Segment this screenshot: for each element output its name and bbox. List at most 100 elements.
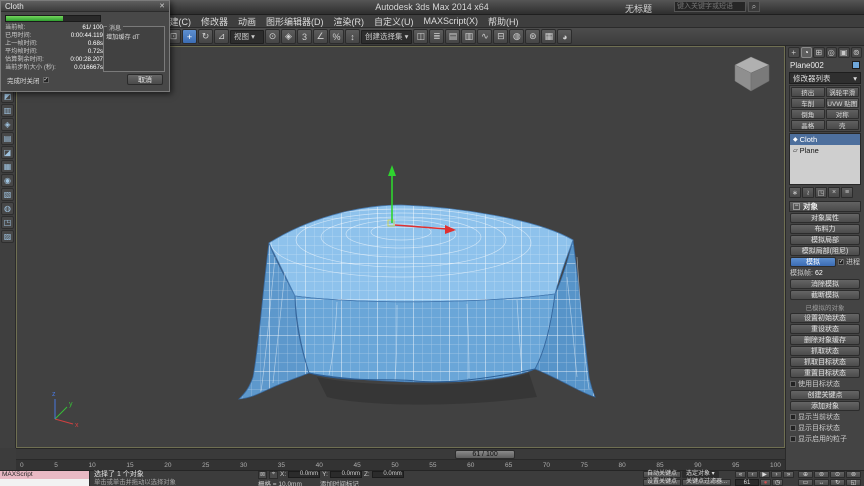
modifier-button[interactable]: 涡轮平滑	[825, 87, 859, 97]
close-when-done-checkbox[interactable]: ✓	[42, 76, 49, 83]
rollout-object[interactable]: − 对象	[789, 201, 861, 212]
simulate-local-damped-button[interactable]: 模拟局部(阻尼)	[790, 246, 860, 256]
add-objects-button[interactable]: 添加对象	[790, 401, 860, 411]
modifier-button[interactable]: 晶格	[791, 120, 825, 130]
orbit-icon[interactable]: ↻	[830, 479, 845, 486]
show-target-state-checkbox[interactable]	[790, 425, 796, 431]
menu-item[interactable]: 图形编辑器(D)	[261, 15, 329, 28]
erase-simulation-button[interactable]: 消除模拟	[790, 279, 860, 289]
cloth-progress-dialog[interactable]: Cloth ✕ 当前帧: 61/ 100 已用时间: 0:00:44.119 上…	[0, 0, 170, 92]
align-icon[interactable]: ≣	[429, 29, 445, 44]
maximize-viewport-icon[interactable]: ◱	[846, 479, 861, 486]
maxscript-mini-listener[interactable]: MAXScript	[0, 471, 90, 486]
grab-target-state-button[interactable]: 抓取目标状态	[790, 357, 860, 367]
render-setup-icon[interactable]: ⊛	[525, 29, 541, 44]
tab-modify[interactable]: ◔	[800, 47, 812, 58]
set-initial-state-button[interactable]: 设置初始状态	[790, 313, 860, 323]
perspective-viewport[interactable]: x y z	[16, 46, 785, 448]
zoom-region-icon[interactable]: ▭	[798, 479, 813, 486]
simulate-button[interactable]: 模拟	[790, 257, 836, 267]
select-and-scale-icon[interactable]: ⊿	[214, 29, 229, 44]
left-tool-icon-5[interactable]: ▥	[1, 104, 14, 117]
modifier-button[interactable]: 壳	[825, 120, 859, 130]
create-keys-button[interactable]: 创建关键点	[790, 390, 860, 400]
view-cube[interactable]	[734, 56, 770, 92]
percent-snap-icon[interactable]: %	[329, 29, 344, 44]
select-and-manipulate-icon[interactable]: ◈	[281, 29, 296, 44]
current-frame-field[interactable]: 61	[735, 479, 759, 486]
grab-state-button[interactable]: 抓取状态	[790, 346, 860, 356]
show-enabled-checkbox[interactable]	[790, 436, 796, 442]
object-properties-button[interactable]: 对象属性	[790, 213, 860, 223]
configure-modifier-sets-icon[interactable]: ≡	[841, 187, 853, 198]
schematic-view-icon[interactable]: ⊟	[493, 29, 509, 44]
tab-utilities[interactable]: ⊚	[850, 47, 862, 58]
snap-toggle-icon[interactable]: 3	[297, 29, 312, 44]
z-coordinate-field[interactable]: 0.0mm	[371, 471, 404, 478]
left-tool-icon-8[interactable]: ◪	[1, 146, 14, 159]
left-tool-icon-10[interactable]: ◉	[1, 174, 14, 187]
cancel-button[interactable]: 取消	[127, 74, 163, 85]
modifier-button[interactable]: 倒角	[791, 109, 825, 119]
material-editor-icon[interactable]: ◍	[509, 29, 525, 44]
left-tool-icon-14[interactable]: ▨	[1, 230, 14, 243]
collapse-icon[interactable]: −	[793, 203, 800, 210]
previous-frame-icon[interactable]: ‹	[747, 471, 758, 478]
reference-coordinate-combo[interactable]: 视图 ▾	[230, 29, 264, 44]
go-to-start-icon[interactable]: «	[735, 471, 746, 478]
truncate-simulation-button[interactable]: 截断模拟	[790, 290, 860, 300]
key-filters-button[interactable]: 关键点过滤器...	[681, 479, 731, 486]
go-to-end-icon[interactable]: »	[783, 471, 794, 478]
pan-icon[interactable]: ↔	[814, 479, 829, 486]
curve-editor-icon[interactable]: ∿	[477, 29, 493, 44]
show-current-state-checkbox[interactable]	[790, 414, 796, 420]
select-and-rotate-icon[interactable]: ↻	[198, 29, 213, 44]
progress-checkbox[interactable]: ✓	[838, 259, 844, 265]
play-icon[interactable]: ▶	[759, 471, 770, 478]
modifier-button[interactable]: 车削	[791, 98, 825, 108]
modifier-button[interactable]: 挤出	[791, 87, 825, 97]
cloth-tablecloth-object[interactable]	[238, 204, 596, 400]
left-tool-icon-7[interactable]: ▤	[1, 132, 14, 145]
select-and-move-icon[interactable]: +	[182, 29, 197, 44]
tab-motion[interactable]: ◎	[825, 47, 837, 58]
rendered-frame-icon[interactable]: ▦	[541, 29, 557, 44]
zoom-extents-icon[interactable]: ⊙	[830, 471, 845, 478]
menu-item[interactable]: 帮助(H)	[483, 15, 524, 28]
menu-item[interactable]: 自定义(U)	[369, 15, 419, 28]
layer-manager-icon[interactable]: ▤	[445, 29, 461, 44]
left-tool-icon-11[interactable]: ▧	[1, 188, 14, 201]
menu-item[interactable]: MAXScript(X)	[419, 16, 484, 26]
time-configuration-icon[interactable]: ◷	[772, 479, 783, 486]
key-mode-toggle-icon[interactable]: ●	[760, 479, 771, 486]
graphite-ribbon-icon[interactable]: ▥	[461, 29, 477, 44]
selection-set-combo[interactable]: 选定对象 ▾	[681, 471, 719, 478]
add-time-tag[interactable]: 添加时间标记	[320, 478, 359, 486]
time-slider[interactable]: 61 / 100	[16, 448, 785, 459]
remove-modifier-icon[interactable]: ×	[828, 187, 840, 198]
next-frame-icon[interactable]: ›	[771, 471, 782, 478]
left-tool-icon-13[interactable]: ◳	[1, 216, 14, 229]
tab-display[interactable]: ▣	[838, 47, 850, 58]
mirror-icon[interactable]: ◫	[413, 29, 429, 44]
named-selection-sets-combo[interactable]: 创建选择集 ▾	[361, 29, 413, 44]
time-slider-handle[interactable]: 61 / 100	[455, 450, 516, 459]
spinner-snap-icon[interactable]: ↕	[345, 29, 360, 44]
render-production-icon[interactable]: ◕	[557, 29, 573, 44]
modifier-list-dropdown[interactable]: 修改器列表 ▾	[789, 72, 861, 84]
modifier-stack-item[interactable]: ◆ Cloth	[790, 134, 860, 145]
tab-create[interactable]: +	[788, 47, 800, 58]
search-icon[interactable]: ⌕	[748, 1, 760, 12]
modifier-stack-item[interactable]: ▱ Plane	[790, 145, 860, 156]
use-target-state-checkbox[interactable]	[790, 381, 796, 387]
set-key-button[interactable]: 设置关键点	[642, 479, 681, 486]
reset-state-button[interactable]: 重设状态	[790, 324, 860, 334]
zoom-icon[interactable]: ⊕	[798, 471, 813, 478]
listener-line[interactable]	[0, 478, 89, 486]
auto-key-button[interactable]: 自动关键点	[642, 471, 681, 478]
use-pivot-center-icon[interactable]: ⊙	[265, 29, 280, 44]
angle-snap-icon[interactable]: ∠	[313, 29, 328, 44]
dialog-title-bar[interactable]: Cloth ✕	[1, 1, 169, 12]
delete-object-cache-button[interactable]: 删除对象缓存	[790, 335, 860, 345]
menu-item[interactable]: 动画	[233, 15, 261, 28]
